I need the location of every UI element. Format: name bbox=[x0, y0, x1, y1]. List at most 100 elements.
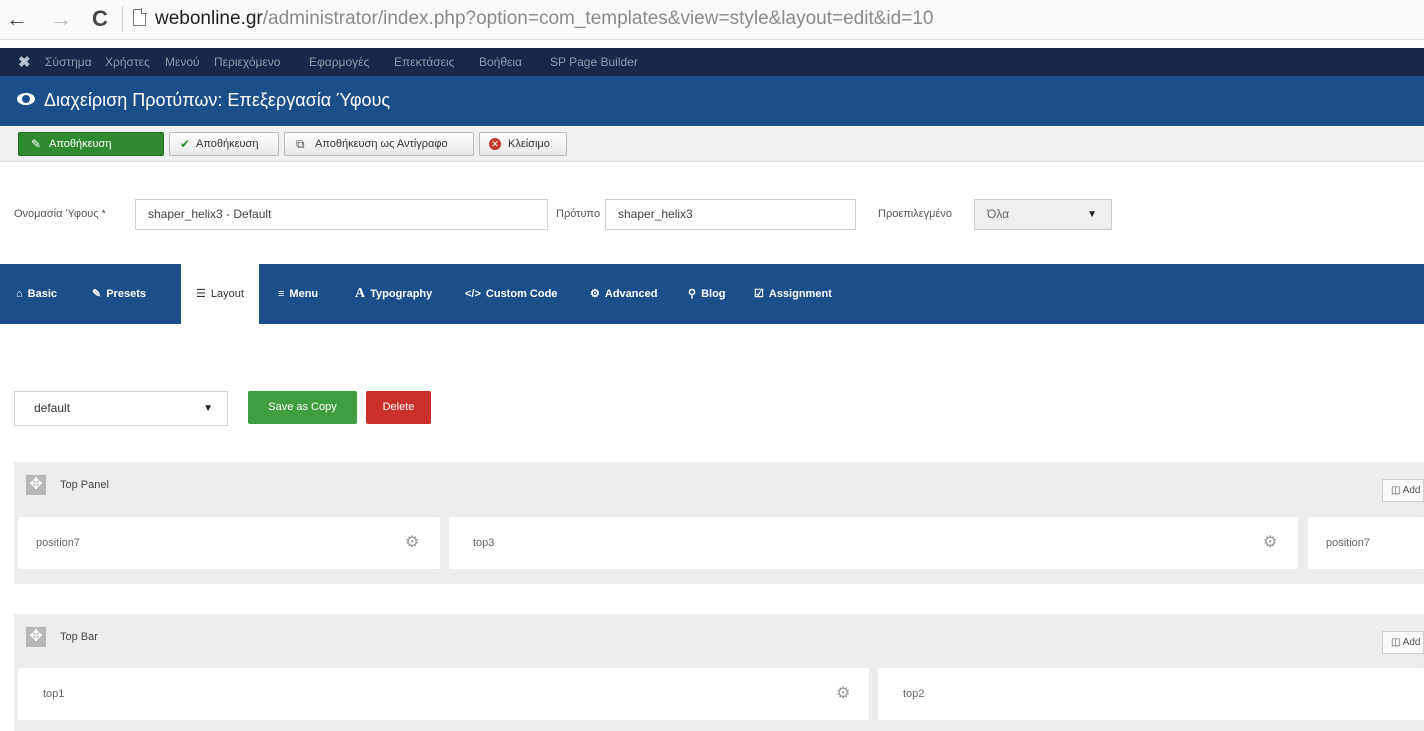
layout-column: top3 ⚙ bbox=[449, 517, 1298, 569]
layout-section-top-panel: ✥ Top Panel ◫ Add position7 ⚙ top3 ⚙ pos… bbox=[14, 462, 1424, 584]
tab-label: Assignment bbox=[768, 288, 832, 300]
layout-icon: ☰ bbox=[196, 288, 206, 300]
default-label: Προεπιλεγμένο bbox=[878, 208, 953, 220]
tab-advanced[interactable]: ⚙ Advanced bbox=[590, 264, 657, 324]
tab-bar: ⌂ Basic ✎ Presets ☰ Layout ≡ Menu A Typograph… bbox=[0, 264, 1424, 324]
column-position-label: top1 bbox=[43, 688, 65, 700]
code-icon: </> bbox=[465, 288, 481, 300]
joomla-logo-icon[interactable]: ✖ bbox=[18, 53, 31, 71]
forward-arrow-icon[interactable]: → bbox=[50, 6, 72, 32]
page-icon bbox=[133, 8, 147, 26]
close-label: Κλείσιμο bbox=[508, 138, 550, 150]
add-column-label: Add bbox=[1402, 485, 1421, 496]
close-icon: ✕ bbox=[489, 138, 501, 150]
font-icon: A bbox=[355, 286, 366, 301]
address-bar[interactable]: webonline.gr/administrator/index.php?opt… bbox=[155, 6, 933, 32]
column-position-label: position7 bbox=[36, 537, 81, 549]
gear-icon[interactable]: ⚙ bbox=[1263, 532, 1277, 552]
column-position-label: top2 bbox=[903, 688, 925, 700]
section-title: Top Bar bbox=[60, 631, 98, 643]
move-icon[interactable]: ✥ bbox=[26, 475, 46, 495]
save-as-copy-button[interactable]: ⧉ Αποθήκευση ως Αντίγραφο bbox=[284, 132, 474, 156]
tab-label: Layout bbox=[210, 288, 244, 300]
layout-select-value: default bbox=[34, 401, 71, 415]
style-name-field[interactable]: shaper_helix3 - Default bbox=[135, 199, 548, 230]
add-column-button[interactable]: ◫ Add bbox=[1382, 479, 1424, 502]
gear-icon[interactable]: ⚙ bbox=[836, 683, 850, 703]
menu-item-system[interactable]: Σύστημα bbox=[45, 55, 92, 69]
add-column-button[interactable]: ◫ Add bbox=[1382, 631, 1424, 654]
menu-item-users[interactable]: Χρήστες bbox=[105, 55, 150, 69]
url-path: /administrator/index.php?option=com_temp… bbox=[262, 8, 934, 29]
menu-item-components[interactable]: Εφαρμογές bbox=[309, 55, 369, 69]
home-icon: ⌂ bbox=[16, 288, 23, 300]
check-icon: ✔ bbox=[180, 137, 191, 151]
layout-column: top2 bbox=[878, 668, 1424, 720]
menu-item-menus[interactable]: Μενού bbox=[165, 55, 200, 69]
menu-item-content[interactable]: Περιεχόμενο bbox=[214, 55, 280, 69]
column-position-label: top3 bbox=[473, 537, 495, 549]
delete-layout-button[interactable]: Delete bbox=[366, 391, 431, 424]
save-primary-button[interactable]: ✎ Αποθήκευση bbox=[18, 132, 164, 156]
tab-label: Blog bbox=[701, 288, 726, 300]
tab-label: Typography bbox=[370, 288, 433, 300]
save-button[interactable]: ✔ Αποθήκευση bbox=[169, 132, 279, 156]
copy-icon: ⧉ bbox=[296, 137, 305, 151]
add-column-label: Add bbox=[1402, 637, 1421, 648]
eye-icon bbox=[17, 93, 35, 105]
tab-label: Custom Code bbox=[485, 288, 558, 300]
save-as-copy-label: Αποθήκευση ως Αντίγραφο bbox=[315, 138, 448, 150]
save-label: Αποθήκευση bbox=[196, 138, 259, 150]
menu-item-help[interactable]: Βοήθεια bbox=[479, 55, 522, 69]
style-name-label: Ονομασία Ύφους * bbox=[14, 208, 106, 220]
menu-item-extensions[interactable]: Επεκτάσεις bbox=[394, 55, 454, 69]
columns-icon: ◫ bbox=[1391, 485, 1401, 496]
page-header: Διαχείριση Προτύπων: Επεξεργασία Ύφους bbox=[0, 76, 1424, 126]
url-separator bbox=[122, 6, 123, 32]
chevron-down-icon: ▼ bbox=[203, 403, 213, 414]
tab-layout[interactable]: ☰ Layout bbox=[181, 264, 259, 324]
layout-column: position7 bbox=[1308, 517, 1424, 569]
layout-section-top-bar: ✥ Top Bar ◫ Add top1 ⚙ top2 bbox=[14, 614, 1424, 731]
page-title: Διαχείριση Προτύπων: Επεξεργασία Ύφους bbox=[44, 90, 391, 110]
move-icon[interactable]: ✥ bbox=[26, 627, 46, 647]
column-position-label: position7 bbox=[1326, 537, 1371, 549]
layout-column: position7 ⚙ bbox=[18, 517, 440, 569]
url-host: webonline.gr bbox=[155, 8, 263, 29]
tab-blog[interactable]: ⚲ Blog bbox=[688, 264, 726, 324]
tab-label: Menu bbox=[289, 288, 319, 300]
tab-basic[interactable]: ⌂ Basic bbox=[16, 264, 57, 324]
tab-typography[interactable]: A Typography bbox=[355, 264, 432, 324]
default-select-value: Όλα bbox=[987, 207, 1010, 221]
save-as-copy-layout-button[interactable]: Save as Copy bbox=[248, 391, 357, 424]
pin-icon: ⚲ bbox=[688, 288, 697, 300]
back-arrow-icon[interactable]: ← bbox=[6, 6, 28, 32]
close-button[interactable]: ✕ Κλείσιμο bbox=[479, 132, 567, 156]
gear-icon: ⚙ bbox=[590, 288, 600, 300]
browser-toolbar: ← → C webonline.gr/administrator/index.p… bbox=[0, 0, 1424, 40]
columns-icon: ◫ bbox=[1391, 637, 1401, 648]
chevron-down-icon: ▼ bbox=[1087, 209, 1097, 220]
save-primary-label: Αποθήκευση bbox=[49, 138, 112, 150]
brush-icon: ✎ bbox=[92, 288, 102, 300]
tab-label: Presets bbox=[106, 288, 146, 300]
admin-menu-bar: ✖ Σύστημα Χρήστες Μενού Περιεχόμενο Εφαρ… bbox=[0, 48, 1424, 76]
default-select[interactable]: Όλα ▼ bbox=[974, 199, 1112, 230]
layout-select[interactable]: default ▼ bbox=[14, 391, 228, 426]
reload-icon[interactable]: C bbox=[92, 6, 108, 32]
menu-item-sp-page-builder[interactable]: SP Page Builder bbox=[550, 55, 638, 69]
edit-icon: ✎ bbox=[31, 137, 42, 151]
template-label: Πρότυπο bbox=[556, 208, 601, 220]
tab-assignment[interactable]: ☑ Assignment bbox=[754, 264, 832, 324]
section-title: Top Panel bbox=[60, 479, 109, 491]
tab-label: Basic bbox=[27, 288, 58, 300]
layout-column: top1 ⚙ bbox=[18, 668, 869, 720]
template-field[interactable]: shaper_helix3 bbox=[605, 199, 856, 230]
gear-icon[interactable]: ⚙ bbox=[405, 532, 419, 552]
action-toolbar: ✎ Αποθήκευση ✔ Αποθήκευση ⧉ Αποθήκευση ω… bbox=[0, 126, 1424, 162]
list-icon: ≡ bbox=[278, 288, 285, 300]
checkbox-icon: ☑ bbox=[754, 288, 764, 300]
tab-menu[interactable]: ≡ Menu bbox=[278, 264, 318, 324]
tab-custom-code[interactable]: </> Custom Code bbox=[465, 264, 557, 324]
tab-presets[interactable]: ✎ Presets bbox=[92, 264, 146, 324]
